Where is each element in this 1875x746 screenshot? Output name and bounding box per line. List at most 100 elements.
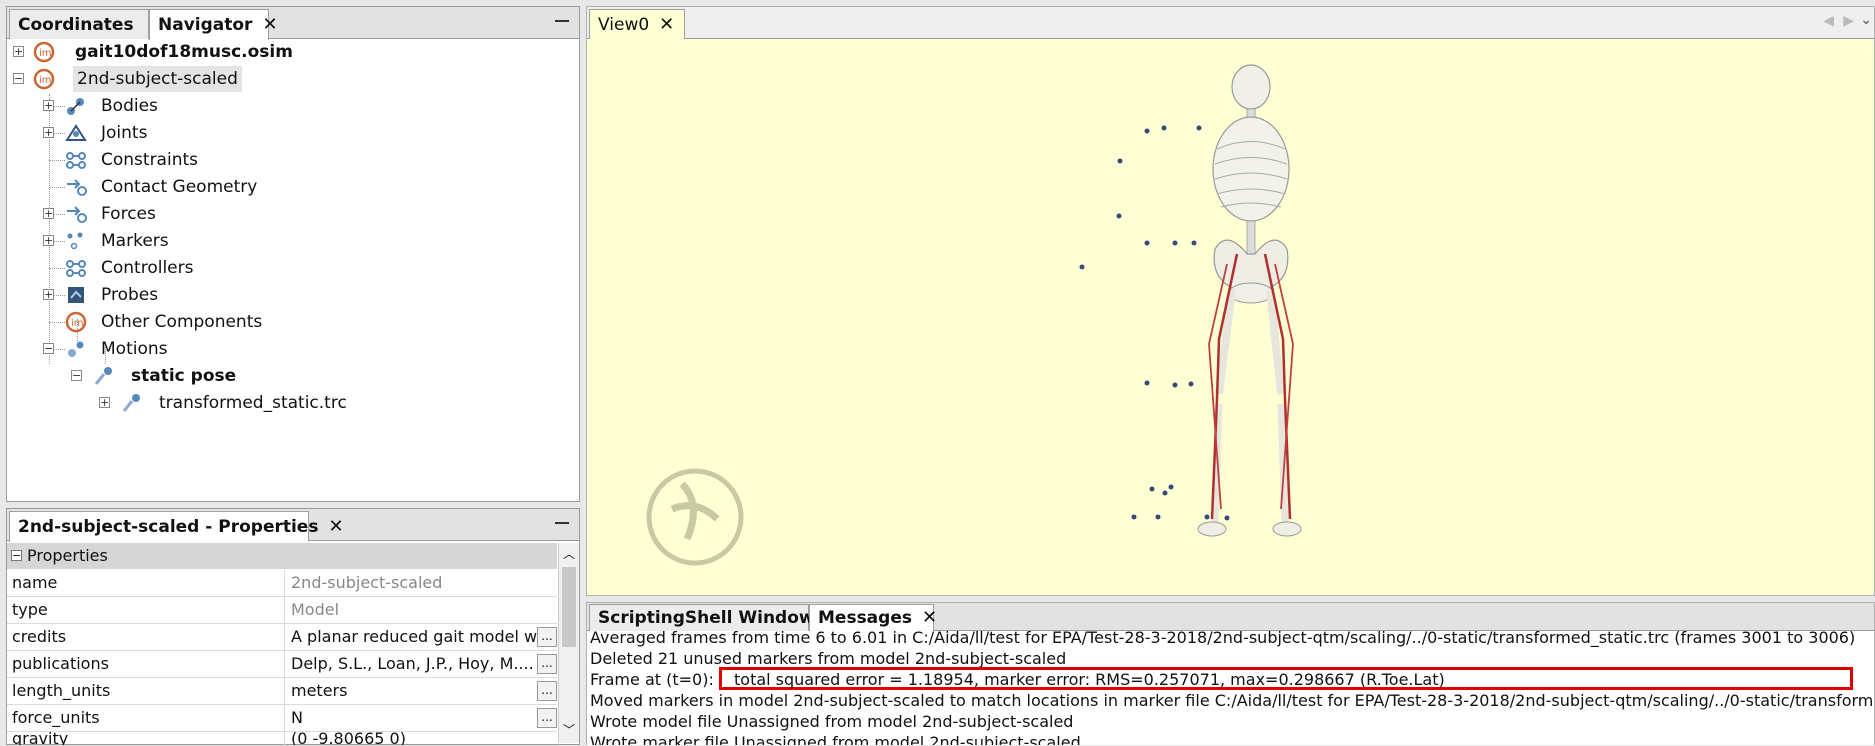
tree-item-joints[interactable]: Joints	[101, 120, 147, 146]
properties-group-label: Properties	[27, 546, 108, 565]
property-value: A planar reduced gait model wi...	[284, 624, 539, 650]
property-value: meters	[284, 678, 539, 704]
expand-toggle[interactable]: +	[43, 127, 54, 138]
properties-panel: 2nd-subject-scaled - Properties ✕ − Prope…	[6, 508, 580, 746]
tree-item-scaled-model[interactable]: 2nd-subject-scaled	[73, 66, 242, 92]
tab-properties[interactable]: 2nd-subject-scaled - Properties ✕	[9, 511, 344, 542]
tree-guide	[49, 160, 65, 161]
property-row-length-units[interactable]: length_units meters...	[7, 678, 557, 705]
scroll-left-icon[interactable]: ◀	[1823, 13, 1834, 29]
chevron-down-icon[interactable]: ⌄	[1860, 12, 1872, 28]
model-icon: im	[33, 68, 55, 90]
tab-navigator-label: Navigator	[158, 15, 253, 35]
scroll-right-icon[interactable]: ▶	[1843, 13, 1854, 29]
navigator-tabbar: Coordinates Navigator ✕	[7, 7, 579, 40]
close-icon[interactable]: ✕	[262, 14, 277, 35]
model-icon: im	[33, 41, 55, 63]
other-components-icon: im	[65, 311, 87, 333]
tree-item-other-components[interactable]: Other Components	[101, 309, 262, 335]
bodies-icon	[67, 98, 84, 115]
forces-icon	[67, 206, 87, 223]
scroll-down-icon[interactable]: ﹀	[563, 721, 575, 738]
close-icon[interactable]: ✕	[922, 607, 937, 628]
svg-text:im: im	[39, 75, 52, 86]
property-key: name	[12, 573, 58, 592]
tree-item-bodies[interactable]: Bodies	[101, 93, 158, 119]
tree-item-contact-geometry[interactable]: Contact Geometry	[101, 174, 257, 200]
tab-view0[interactable]: View0 ✕	[589, 9, 685, 40]
tree-item-motions[interactable]: Motions	[101, 336, 168, 362]
tree-item-controllers[interactable]: Controllers	[101, 255, 193, 281]
edit-button[interactable]: ...	[537, 627, 557, 647]
close-icon[interactable]: ✕	[328, 516, 343, 537]
tab-coordinates-label: Coordinates	[18, 15, 134, 35]
minimize-icon[interactable]	[555, 20, 569, 22]
message-line: Wrote model file Unassigned from model 2…	[590, 712, 1074, 731]
message-line-highlight: total squared error = 1.18954, marker er…	[734, 670, 1445, 689]
property-key: type	[12, 600, 48, 619]
tab-messages[interactable]: Messages ✕	[809, 604, 937, 632]
expand-toggle[interactable]: +	[99, 397, 110, 408]
expand-toggle[interactable]: +	[13, 46, 24, 57]
expand-toggle[interactable]: +	[43, 100, 54, 111]
tab-properties-label: 2nd-subject-scaled - Properties	[18, 517, 319, 537]
joints-icon	[65, 124, 87, 141]
expand-toggle[interactable]: +	[43, 208, 54, 219]
opensim-logo	[646, 468, 744, 566]
svg-text:im: im	[39, 48, 52, 59]
property-value: 2nd-subject-scaled	[284, 570, 539, 596]
tab-scriptingshell-label: ScriptingShell Window	[598, 608, 815, 628]
messages-tabbar: ScriptingShell Window Messages ✕	[587, 603, 1874, 632]
scroll-thumb[interactable]	[562, 567, 576, 647]
expand-toggle[interactable]: +	[43, 289, 54, 300]
properties-group-header[interactable]: − Properties	[7, 543, 557, 569]
property-row-credits[interactable]: credits A planar reduced gait model wi...…	[7, 624, 557, 651]
navigator-panel: Coordinates Navigator ✕ + im gait10dof18m…	[6, 6, 580, 502]
collapse-toggle[interactable]: −	[11, 550, 22, 561]
contact-geometry-icon	[67, 179, 87, 196]
view-tabbar: View0 ✕ ◀ ▶ ⌄	[587, 7, 1874, 40]
scroll-up-icon[interactable]: ︿	[563, 545, 575, 562]
property-row-type[interactable]: type Model	[7, 597, 557, 624]
svg-text:im: im	[71, 318, 84, 329]
tree-item-static-pose[interactable]: static pose	[131, 363, 236, 389]
viewport-3d[interactable]	[587, 39, 1874, 595]
tree-guide	[49, 268, 65, 269]
property-key: force_units	[12, 708, 100, 727]
tree-item-constraints[interactable]: Constraints	[101, 147, 198, 173]
tab-coordinates[interactable]: Coordinates	[9, 9, 149, 39]
markers-icon	[67, 232, 83, 250]
property-key: credits	[12, 627, 67, 646]
property-row-gravity[interactable]: gravity (0 -9.80665 0)	[7, 732, 557, 746]
expand-toggle[interactable]: +	[43, 235, 54, 246]
message-line: Moved markers in model 2nd-subject-scale…	[590, 691, 1874, 710]
edit-button[interactable]: ...	[537, 708, 557, 728]
properties-scrollbar[interactable]: ︿ ﹀	[558, 543, 579, 743]
property-row-name[interactable]: name 2nd-subject-scaled	[7, 570, 557, 597]
message-line: Deleted 21 unused markers from model 2nd…	[590, 649, 1067, 668]
messages-content: Averaged frames from time 6 to 6.01 in C…	[587, 631, 1874, 745]
tree-guide	[49, 187, 65, 188]
view-panel: View0 ✕ ◀ ▶ ⌄	[586, 6, 1875, 596]
minimize-icon[interactable]	[555, 522, 569, 524]
motion-icon	[122, 394, 140, 412]
property-key: publications	[12, 654, 109, 673]
edit-button[interactable]: ...	[537, 654, 557, 674]
tree-item-probes[interactable]: Probes	[101, 282, 158, 308]
collapse-toggle[interactable]: −	[71, 370, 82, 381]
property-row-publications[interactable]: publications Delp, S.L., Loan, J.P., Hoy,…	[7, 651, 557, 678]
tree-item-model[interactable]: gait10dof18musc.osim	[75, 39, 293, 65]
tab-messages-label: Messages	[818, 608, 912, 628]
tab-scriptingshell[interactable]: ScriptingShell Window	[589, 604, 815, 631]
tab-navigator[interactable]: Navigator ✕	[149, 9, 278, 40]
tree-item-forces[interactable]: Forces	[101, 201, 156, 227]
collapse-toggle[interactable]: −	[13, 73, 24, 84]
edit-button[interactable]: ...	[537, 681, 557, 701]
property-row-force-units[interactable]: force_units N...	[7, 705, 557, 732]
collapse-toggle[interactable]: −	[43, 343, 54, 354]
tree-item-transformed-static[interactable]: transformed_static.trc	[159, 390, 347, 416]
message-line: Frame at (t=0):	[590, 670, 714, 689]
close-icon[interactable]: ✕	[659, 14, 674, 35]
tab-view0-label: View0	[598, 15, 650, 35]
tree-item-markers[interactable]: Markers	[101, 228, 169, 254]
